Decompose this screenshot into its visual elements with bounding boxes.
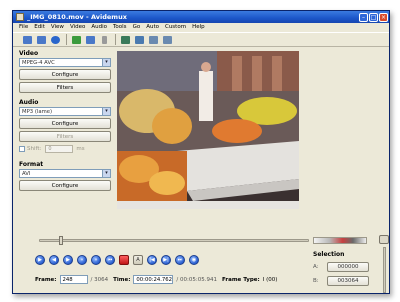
selection-panel: Selection A: 000000 B: 003064 [313,251,369,290]
format-section-label: Format [19,161,44,168]
time-total: / 00:05:05.941 [176,276,217,283]
open-icon[interactable] [21,34,33,46]
selection-bar [313,237,367,244]
app-icon [16,13,24,21]
volume-icon[interactable] [379,235,389,244]
frame-type-label: Frame Type: [221,276,260,283]
stop-icon[interactable] [119,255,129,265]
volume-control [379,235,391,293]
toolbar-separator [115,34,116,45]
playback-controls: ▶ ◀ ▶ « » ⏮ A |◀ ▶| ⏭ ◉ [35,255,203,265]
title-bar[interactable]: _IMG_0810.mov - Avidemux – □ × [13,11,389,23]
format-value: AVI [22,170,31,177]
video-frame-image [117,51,299,209]
window-title: _IMG_0810.mov - Avidemux [27,13,127,21]
format-configure-button[interactable]: Configure [19,180,111,191]
open-video-icon[interactable] [70,34,82,46]
menu-video[interactable]: Video [70,24,85,30]
shift-unit: ms [76,146,85,152]
frame-total: / 3064 [90,276,109,283]
selection-b-button[interactable]: 003064 [327,276,369,286]
selection-a-button[interactable]: 000000 [327,262,369,272]
menu-go[interactable]: Go [133,24,141,30]
rewind-icon[interactable]: « [77,255,87,265]
selection-b-row: B: 003064 [313,276,369,286]
audio-shift-row: Shift: 0 ms [19,145,111,153]
goto-marker-icon[interactable]: ◉ [189,255,199,265]
properties-icon[interactable] [98,34,110,46]
shift-input[interactable]: 0 [45,145,74,153]
dropdown-arrow-icon[interactable]: ▾ [102,59,110,66]
close-button[interactable]: × [379,12,388,22]
minimize-button[interactable]: – [359,12,368,22]
menu-custom[interactable]: Custom [165,24,186,30]
time-label: Time: [113,276,131,283]
menu-edit[interactable]: Edit [34,24,45,30]
play-icon[interactable]: ▶ [35,255,45,265]
info-icon[interactable] [49,34,61,46]
codec-panel: Video MPEG-4 AVC ▾ Configure Filters Aud… [19,49,111,191]
video-configure-button[interactable]: Configure [19,69,111,80]
previous-keyframe-icon[interactable]: ⏮ [105,255,115,265]
menu-audio[interactable]: Audio [91,24,107,30]
save-icon[interactable] [35,34,47,46]
timeline-handle[interactable] [58,236,63,245]
frame-label: Frame: [35,276,57,283]
goto-end-icon[interactable]: ▶| [161,255,171,265]
audio-codec-select[interactable]: MP3 (lame) ▾ [19,107,111,116]
next-keyframe-icon[interactable]: ⏭ [175,255,185,265]
selection-title: Selection [313,251,345,258]
menu-auto[interactable]: Auto [146,24,159,30]
status-bar: Frame: 248 / 3064 Time: 00:00:24.762 / 0… [35,275,277,284]
timeline-slider[interactable] [39,239,309,242]
next-keyframe-icon[interactable] [119,34,131,46]
set-marker-a-icon[interactable] [147,34,159,46]
selection-a-row: A: 000000 [313,262,369,272]
menu-file[interactable]: File [19,24,28,30]
goto-start-icon[interactable]: |◀ [147,255,157,265]
toolbar [13,32,389,47]
set-marker-b-icon[interactable] [161,34,173,46]
selection-a-label: A: [313,264,319,270]
maximize-button[interactable]: □ [369,12,378,22]
audio-codec-value: MP3 (lame) [22,108,53,115]
app-window: _IMG_0810.mov - Avidemux – □ × File Edit… [12,10,390,294]
menu-bar: File Edit View Video Audio Tools Go Auto… [13,23,389,31]
audio-configure-button[interactable]: Configure [19,118,111,129]
audio-filters-button[interactable]: Filters [19,131,111,142]
video-section-label: Video [19,50,39,57]
previous-frame-icon[interactable]: ◀ [49,255,59,265]
prev-keyframe-icon[interactable] [133,34,145,46]
volume-slider[interactable] [383,247,386,293]
video-filters-button[interactable]: Filters [19,82,111,93]
shift-checkbox[interactable] [19,146,25,152]
video-codec-select[interactable]: MPEG-4 AVC ▾ [19,58,111,67]
dropdown-arrow-icon[interactable]: ▾ [102,170,110,177]
marker-a-icon[interactable]: A [133,255,143,265]
selection-b-label: B: [313,278,319,284]
audio-section-label: Audio [19,99,39,106]
time-input[interactable]: 00:00:24.762 [133,275,174,284]
next-frame-icon[interactable]: ▶ [63,255,73,265]
menu-view[interactable]: View [51,24,64,30]
menu-help[interactable]: Help [192,24,205,30]
fast-forward-icon[interactable]: » [91,255,101,265]
frame-input[interactable]: 248 [59,275,88,284]
shift-label: Shift: [27,146,42,152]
dropdown-arrow-icon[interactable]: ▾ [102,108,110,115]
save-video-icon[interactable] [84,34,96,46]
menu-tools[interactable]: Tools [113,24,127,30]
format-select[interactable]: AVI ▾ [19,169,111,178]
video-codec-value: MPEG-4 AVC [22,59,55,66]
frame-type-value: I (00) [262,276,278,283]
toolbar-separator [66,34,67,45]
video-preview [117,51,299,209]
